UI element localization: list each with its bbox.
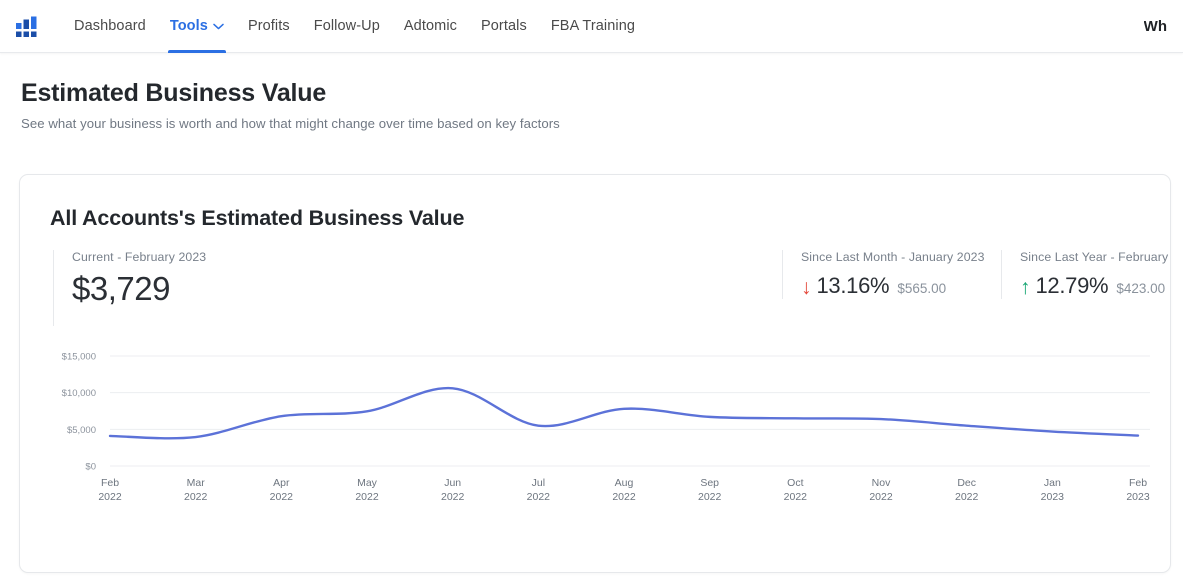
x-axis-tick-month: Jun — [444, 477, 461, 489]
arrow-down-icon: ↓ — [801, 276, 812, 299]
x-axis-tick-month: Jul — [532, 477, 545, 489]
stat-month-delta: ↓ 13.16% $565.00 — [801, 273, 985, 299]
x-axis-tick-month: Apr — [273, 477, 290, 489]
x-axis-tick-year: 2022 — [955, 491, 979, 503]
y-axis-tick-label: $15,000 — [62, 352, 96, 363]
card-title: All Accounts's Estimated Business Value — [50, 206, 465, 230]
x-axis-tick-year: 2022 — [441, 491, 465, 503]
nav-item-fba-training[interactable]: FBA Training — [539, 0, 647, 53]
x-axis-tick-month: Oct — [787, 477, 803, 489]
x-axis-tick-year: 2022 — [527, 491, 551, 503]
stat-year-label: Since Last Year - February 2022 — [1020, 250, 1170, 264]
x-axis-tick-year: 2022 — [612, 491, 636, 503]
x-axis-tick-month: Mar — [187, 477, 206, 489]
chevron-down-icon — [213, 23, 224, 30]
stat-month-amount: $565.00 — [897, 281, 947, 296]
page-header: Estimated Business Value See what your b… — [0, 53, 1183, 131]
x-axis-tick-month: Nov — [872, 477, 891, 489]
nav-item-label: Adtomic — [403, 18, 457, 34]
stat-year-percent: 12.79% — [1035, 273, 1109, 298]
nav-item-follow-up[interactable]: Follow-Up — [302, 0, 392, 53]
nav-item-label: Follow-Up — [313, 18, 380, 34]
business-value-chart: $0 $5,000 $10,000 $15,000 Feb 2022 Mar 2022 Apr 2… — [20, 344, 1170, 514]
x-axis-tick-year: 2022 — [270, 491, 294, 503]
x-axis-tick-month: Jan — [1044, 477, 1061, 489]
x-axis-tick-year: 2023 — [1126, 491, 1150, 503]
stat-month-percent: 13.16% — [816, 273, 890, 298]
nav-item-adtomic[interactable]: Adtomic — [392, 0, 469, 53]
x-axis-tick-year: 2022 — [869, 491, 893, 503]
stats-row: Current - February 2023 $3,729 Since Las… — [20, 250, 1170, 326]
y-axis-tick-label: $0 — [85, 462, 96, 473]
line-chart-svg: $0 $5,000 $10,000 $15,000 Feb 2022 Mar 2022 Apr 2… — [62, 352, 1150, 503]
nav-item-label: Profits — [247, 18, 290, 34]
x-axis-tick-month: Aug — [615, 477, 634, 489]
page-title: Estimated Business Value — [21, 79, 327, 107]
topbar-right-text[interactable]: Wh — [1144, 18, 1167, 35]
y-axis-tick-label: $10,000 — [62, 388, 96, 399]
business-value-card: All Accounts's Estimated Business Value … — [19, 174, 1171, 573]
nav-item-profits[interactable]: Profits — [236, 0, 302, 53]
nav-item-dashboard[interactable]: Dashboard — [66, 0, 158, 53]
x-axis-tick-month: Feb — [1129, 477, 1147, 489]
top-navigation-bar: Dashboard Tools Profits Follow-Up Adtomi… — [0, 0, 1183, 53]
stat-year-amount: $423.00 — [1116, 281, 1166, 296]
x-axis-tick-year: 2022 — [784, 491, 808, 503]
nav-item-label: Tools — [169, 18, 208, 34]
x-axis-tick-year: 2022 — [355, 491, 379, 503]
stat-current-value: $3,729 — [72, 270, 170, 307]
stat-month-label: Since Last Month - January 2023 — [801, 250, 985, 264]
x-axis-tick-year: 2022 — [698, 491, 722, 503]
x-axis-tick-month: Sep — [700, 477, 719, 489]
x-axis-tick-month: Dec — [957, 477, 976, 489]
arrow-up-icon: ↑ — [1020, 276, 1031, 299]
stat-since-last-year: Since Last Year - February 2022 ↑ 12.79%… — [1001, 250, 1170, 299]
stat-current: Current - February 2023 $3,729 — [53, 250, 206, 326]
nav-item-label: FBA Training — [550, 18, 636, 34]
stat-year-delta: ↑ 12.79% $423.00 — [1020, 273, 1170, 299]
main-nav: Dashboard Tools Profits Follow-Up Adtomi… — [66, 0, 647, 53]
nav-item-portals[interactable]: Portals — [469, 0, 539, 53]
chart-series-line — [108, 387, 1140, 440]
nav-item-tools[interactable]: Tools — [158, 0, 236, 53]
x-axis-tick-year: 2022 — [184, 491, 208, 503]
bar-chart-logo-icon[interactable] — [14, 13, 40, 39]
x-axis-tick-month: Feb — [101, 477, 119, 489]
stat-current-label: Current - February 2023 — [72, 250, 207, 264]
nav-item-label: Dashboard — [74, 18, 146, 34]
active-tab-underline — [167, 49, 226, 53]
x-axis-tick-year: 2023 — [1041, 491, 1065, 503]
page-subtitle: See what your business is worth and how … — [21, 115, 560, 131]
x-axis-tick-month: May — [357, 477, 378, 489]
stat-since-last-month: Since Last Month - January 2023 ↓ 13.16%… — [782, 250, 985, 299]
y-axis-tick-label: $5,000 — [67, 425, 96, 436]
x-axis-tick-year: 2022 — [98, 491, 122, 503]
nav-item-label: Portals — [481, 18, 527, 34]
